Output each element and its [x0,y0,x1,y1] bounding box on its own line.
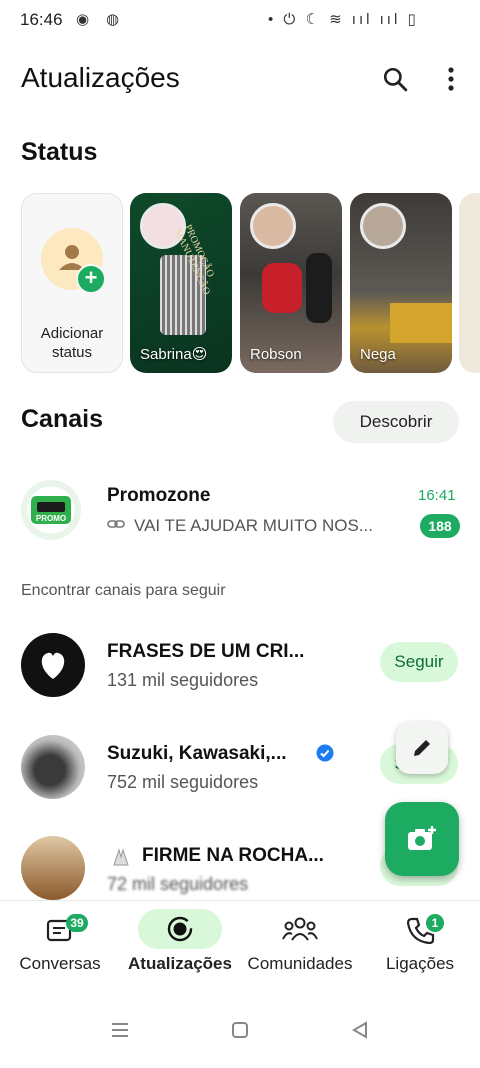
nav-conversas[interactable]: 39 Conversas [0,912,120,974]
status-image [262,263,302,313]
nav-ligacoes[interactable]: 1 Ligações [360,912,480,974]
status-card[interactable]: Nega [350,193,452,373]
status-card-partial[interactable] [459,193,480,373]
channel-avatar: PROMO [21,480,81,540]
channel-avatar [21,633,85,697]
channel-name: Suzuki, Kawasaki,... [107,743,287,764]
channel-avatar [21,836,85,900]
svg-text:PROMO: PROMO [36,514,66,523]
suggested-channel-row[interactable]: FRASES DE UM CRI... 131 mil seguidores S… [0,628,480,704]
communities-icon [282,917,318,941]
unread-badge: 188 [420,514,460,538]
nav-comunidades[interactable]: Comunidades [240,912,360,974]
clock: 16:46 [20,10,63,29]
system-status-bar: 16:46 ◉ ◍ • ⏻ ☾ ≋ ııl ııl ▯ [0,0,480,40]
nav-badge: 39 [66,914,88,932]
new-text-status-button[interactable] [396,722,448,774]
followers-count: 131 mil seguidores [107,670,259,690]
record-icon: ◉ [76,11,90,28]
system-icons: • ⏻ ☾ ≋ ııl ııl ▯ [268,11,419,28]
channels-section-title: Canais [21,405,103,433]
add-status-label-line1: Adicionar [40,325,104,342]
status-image [390,303,452,343]
page-title: Atualizações [21,62,180,93]
status-section-title: Status [21,138,98,166]
updates-icon [167,916,193,942]
pray-icon [108,847,134,867]
channel-avatar [21,735,85,799]
followers-count: 752 mil seguidores [107,772,259,792]
last-message-preview: VAI TE AJUDAR MUITO NOS... [134,516,373,535]
add-icon: + [76,264,106,294]
channel-name: Promozone [107,485,211,506]
status-card[interactable]: Robson [240,193,342,373]
nav-label: Conversas [19,954,101,973]
status-card-name: Robson [250,346,302,363]
pencil-icon [414,740,430,756]
verified-icon [316,744,334,762]
status-card-name: Sabrina😍 [140,346,208,363]
status-avatar [360,203,406,249]
camera-status-button[interactable] [385,802,459,876]
followers-count: 72 mil seguidores [107,874,249,894]
last-message-time: 16:41 [418,487,456,504]
recent-apps-icon[interactable] [110,1020,130,1046]
nav-label: Comunidades [247,954,353,973]
link-icon [107,516,125,532]
back-icon[interactable] [350,1020,370,1046]
add-status-label-line2: status [51,344,93,361]
follow-button[interactable]: Seguir [380,642,458,682]
channel-name: FIRME NA ROCHA... [142,845,324,866]
home-icon[interactable] [230,1020,250,1046]
camera-plus-icon [408,826,436,850]
status-avatar [250,203,296,249]
status-card-name: Nega [360,346,396,363]
nav-atualizacoes[interactable]: Atualizações [120,909,240,974]
find-channels-label: Encontrar canais para seguir [21,582,226,599]
app-notification-icon: ◍ [106,11,120,28]
nav-label: Ligações [385,954,455,973]
discover-button[interactable]: Descobrir [333,401,459,443]
status-card[interactable]: PROMOÇÃO MANUTENÇÃO Sabrina😍 [130,193,232,373]
channel-row-promozone[interactable]: PROMO Promozone 16:41 VAI TE AJUDAR MUIT… [0,472,480,552]
channel-name: FRASES DE UM CRI... [107,641,305,662]
more-options-icon[interactable] [434,62,468,96]
add-status-card[interactable]: + Adicionar status [21,193,123,373]
nav-badge: 1 [426,914,444,932]
search-icon[interactable] [378,62,412,96]
nav-label: Atualizações [128,954,232,973]
